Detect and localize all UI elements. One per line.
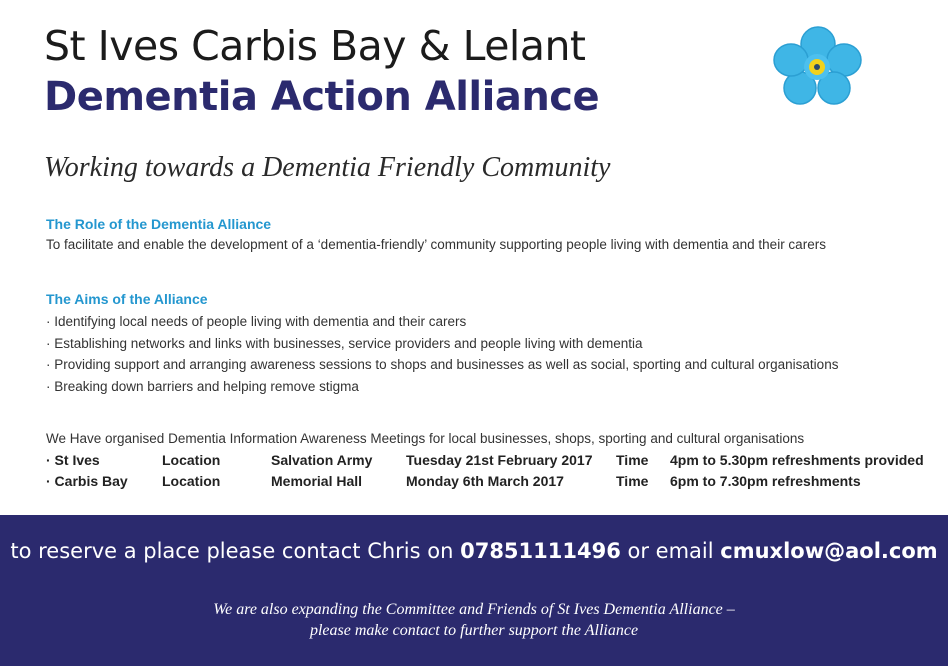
meeting-venue: Salvation Army	[271, 452, 373, 468]
tagline: Working towards a Dementia Friendly Comm…	[44, 152, 611, 183]
contact-email: cmuxlow@aol.com	[720, 539, 938, 563]
footer-line-2: please make contact to further support t…	[309, 622, 639, 639]
contact-prefix: to reserve a place please contact Chris …	[10, 539, 461, 563]
aims-heading: The Aims of the Alliance	[46, 291, 208, 307]
title-line-2: Dementia Action Alliance	[44, 74, 600, 120]
meeting-place: · Carbis Bay	[46, 473, 128, 489]
contact-middle: or email	[620, 539, 721, 563]
meeting-time-label: Time	[616, 473, 649, 489]
meetings-intro: We Have organised Dementia Information A…	[46, 431, 805, 446]
contact-band: to reserve a place please contact Chris …	[0, 515, 948, 666]
role-text: To facilitate and enable the development…	[46, 237, 826, 252]
meeting-venue: Memorial Hall	[271, 473, 363, 489]
meeting-time-label: Time	[616, 452, 649, 468]
role-heading: The Role of the Dementia Alliance	[46, 216, 272, 232]
contact-line: to reserve a place please contact Chris …	[0, 539, 948, 563]
list-item: Establishing networks and links with bus…	[46, 333, 838, 355]
list-item: Identifying local needs of people living…	[46, 311, 838, 333]
footer-note: We are also expanding the Committee and …	[0, 599, 948, 641]
meeting-location-label: Location	[162, 473, 221, 489]
meeting-place: · St Ives	[46, 452, 100, 468]
meeting-time: 6pm to 7.30pm refreshments	[670, 473, 861, 489]
meeting-time: 4pm to 5.30pm refreshments provided	[670, 452, 924, 468]
footer-line-1: We are also expanding the Committee and …	[213, 601, 735, 618]
list-item: Providing support and arranging awarenes…	[46, 354, 838, 376]
meeting-location-label: Location	[162, 452, 221, 468]
meeting-date: Monday 6th March 2017	[406, 473, 564, 489]
contact-phone: 07851111496	[460, 539, 621, 563]
aims-list: Identifying local needs of people living…	[46, 311, 838, 397]
list-item: Breaking down barriers and helping remov…	[46, 376, 838, 398]
title-line-1: St Ives Carbis Bay & Lelant	[44, 22, 586, 70]
meeting-date: Tuesday 21st February 2017	[406, 452, 593, 468]
forget-me-not-flower-icon	[773, 26, 862, 105]
